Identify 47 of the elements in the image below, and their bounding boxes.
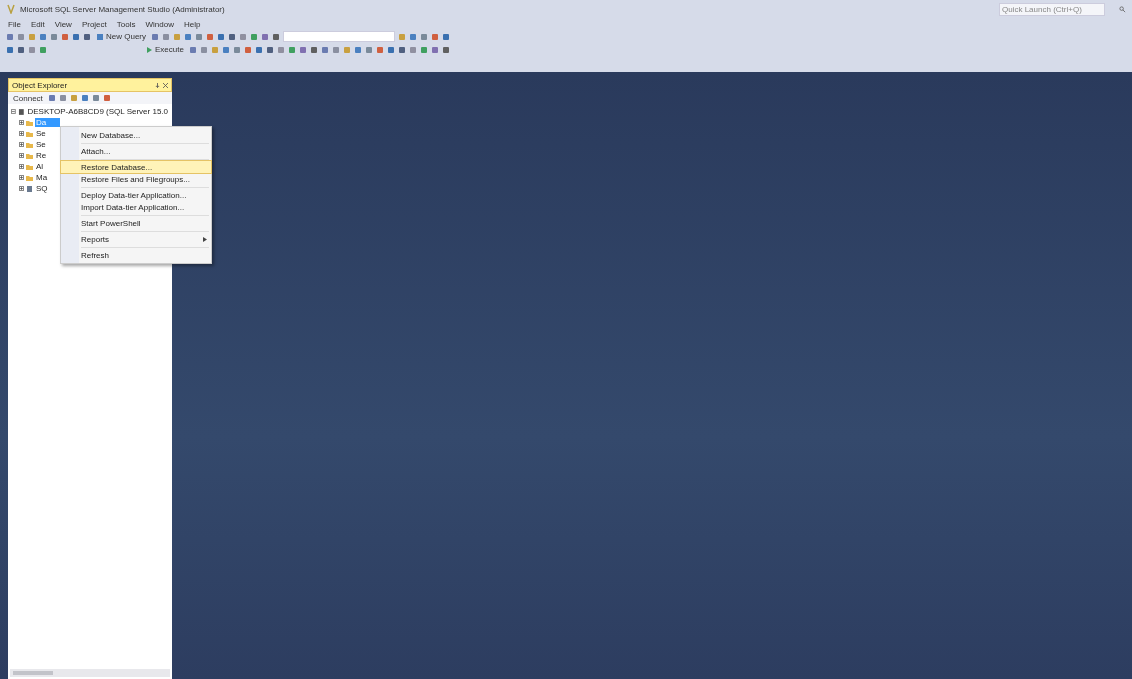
collapse-icon[interactable] xyxy=(11,109,16,114)
server-node[interactable]: DESKTOP-A6B8CD9 (SQL Server 15.0 xyxy=(26,107,169,116)
play-icon xyxy=(145,45,153,54)
menu-item[interactable]: Window xyxy=(145,19,174,29)
execute-button[interactable]: Execute xyxy=(143,45,186,54)
tree-node[interactable]: Se xyxy=(35,129,47,138)
menu-item[interactable]: Edit xyxy=(30,19,45,29)
menu-item[interactable]: View xyxy=(54,19,72,29)
menu-item[interactable]: Import Data-tier Application... xyxy=(61,201,211,213)
server-icon xyxy=(17,108,25,115)
document-icon xyxy=(96,32,104,41)
expand-icon[interactable] xyxy=(19,164,24,169)
menu-item[interactable]: Project xyxy=(81,19,107,29)
tree-node[interactable]: Al xyxy=(35,162,45,171)
new-query-button[interactable]: New Query xyxy=(94,32,148,41)
pin-icon[interactable] xyxy=(155,82,160,88)
close-icon[interactable] xyxy=(163,82,168,88)
search-icon[interactable] xyxy=(1119,5,1126,13)
menu-item[interactable]: Deploy Data-tier Application... xyxy=(61,189,211,201)
menu-item[interactable]: Attach... xyxy=(61,145,211,157)
tree-node[interactable]: SQ xyxy=(35,184,49,193)
tree-node[interactable]: Re xyxy=(35,151,48,160)
menu-item[interactable]: Refresh xyxy=(61,249,211,261)
dropdown-field[interactable] xyxy=(283,31,395,42)
expand-icon[interactable] xyxy=(19,120,24,125)
menu-item[interactable]: Help xyxy=(183,19,201,29)
expand-icon[interactable] xyxy=(19,131,24,136)
menu-item[interactable]: Reports xyxy=(61,233,211,245)
menu-item[interactable]: Start PowerShell xyxy=(61,217,211,229)
tree-node[interactable]: Se xyxy=(35,140,47,149)
tree-node[interactable]: Ma xyxy=(35,173,49,182)
menu-item[interactable]: Tools xyxy=(116,19,136,29)
expand-icon[interactable] xyxy=(19,153,24,158)
expand-icon[interactable] xyxy=(19,186,24,191)
app-logo-icon xyxy=(6,4,16,14)
quick-launch-field[interactable]: Quick Launch (Ctrl+Q) xyxy=(999,2,1105,16)
agent-icon xyxy=(26,185,33,192)
menu-item[interactable]: New Database... xyxy=(61,129,211,141)
connect-button[interactable]: Connect xyxy=(11,93,45,103)
menu-item[interactable]: Restore Files and Filegroups... xyxy=(61,173,211,185)
panel-title: Object Explorer xyxy=(12,80,68,90)
menu-item[interactable]: File xyxy=(8,19,21,29)
window-title: Microsoft SQL Server Management Studio (Administrator) xyxy=(20,4,225,14)
expand-icon[interactable] xyxy=(19,142,24,147)
menu-item[interactable]: Restore Database... xyxy=(61,161,211,173)
expand-icon[interactable] xyxy=(19,175,24,180)
scrollbar[interactable] xyxy=(10,669,170,677)
